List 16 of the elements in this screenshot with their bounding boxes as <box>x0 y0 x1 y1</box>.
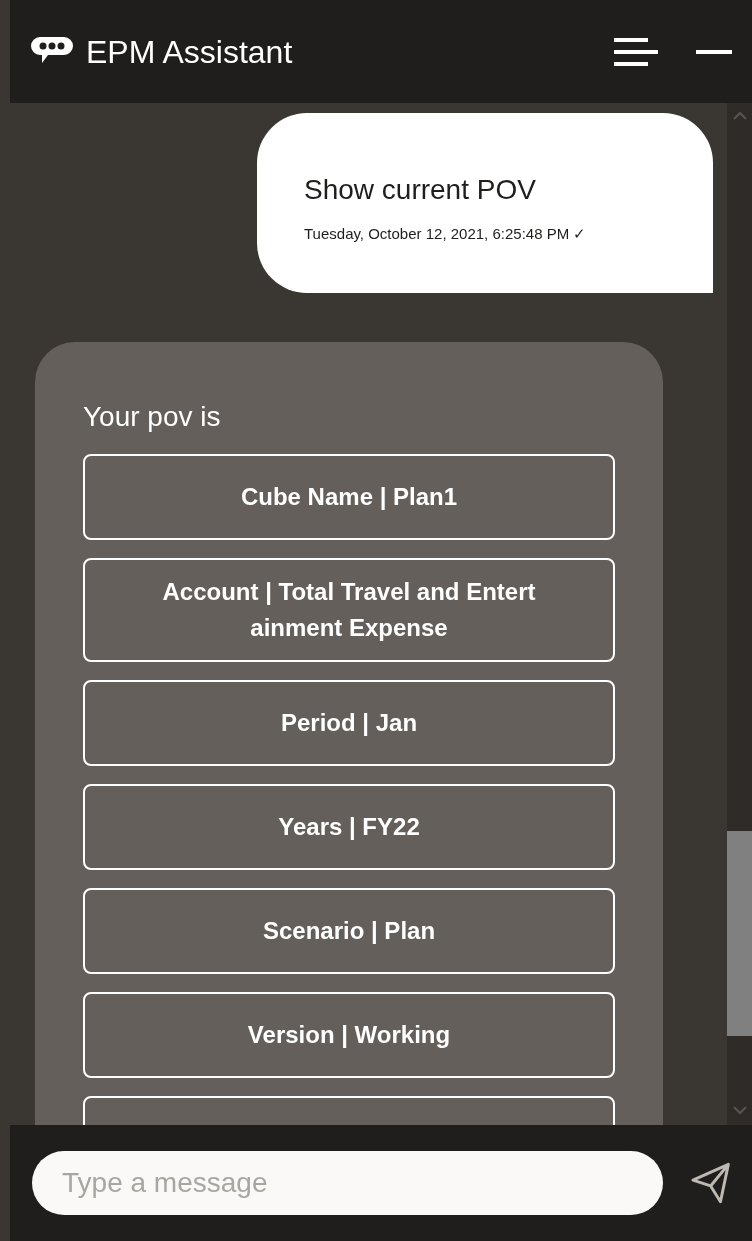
pov-option-button[interactable]: Period | Jan <box>83 680 615 766</box>
pov-option-button[interactable]: Scenario | Plan <box>83 888 615 974</box>
minimize-icon[interactable] <box>696 49 732 54</box>
menu-icon[interactable] <box>614 36 658 67</box>
pov-option-button[interactable]: Years | FY22 <box>83 784 615 870</box>
window-title: EPM Assistant <box>86 32 294 72</box>
message-text: Show current POV <box>304 173 537 207</box>
message-text: Your pov is <box>83 400 222 434</box>
scroll-thumb[interactable] <box>727 831 752 1036</box>
pov-option-button[interactable]: Account | Total Travel and Entert ainment Expense <box>83 558 615 662</box>
scrollbar[interactable] <box>727 103 752 1125</box>
pov-option-button[interactable]: Version | Working <box>83 992 615 1078</box>
message-input[interactable]: Type a message <box>32 1151 663 1215</box>
message-timestamp: Tuesday, October 12, 2021, 6:25:48 PM ✓ <box>304 224 588 244</box>
pov-option-button[interactable]: Cube Name | Plan1 <box>83 454 615 540</box>
send-icon[interactable] <box>690 1162 730 1204</box>
